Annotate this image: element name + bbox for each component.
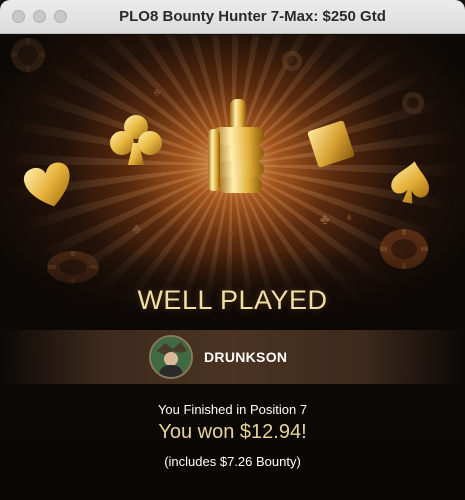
club-icon: ♣ [320,211,330,228]
thumbs-up-trophy-icon [208,99,264,193]
celebration-scene: ♣ ♣ ♣ ♦ ♦ WELL PLAYED DRUNKSON You Finis… [0,35,465,500]
title-bar[interactable]: PLO8 Bounty Hunter 7-Max: $250 Gtd [0,0,465,34]
poker-chip-icon [11,38,45,72]
game-result-window: PLO8 Bounty Hunter 7-Max: $250 Gtd ♣ ♣ ♣… [0,0,465,500]
club-icon [110,115,162,165]
player-name: DRUNKSON [204,349,288,365]
finish-position-text: You Finished in Position 7 [157,402,308,417]
spade-icon [391,161,429,204]
well-played-heading: WELL PLAYED [137,285,328,315]
player-avatar [149,335,193,379]
poker-chip-icon [401,91,425,115]
diamond-icon: ♦ [346,210,353,224]
poker-chip-icon [281,50,303,72]
club-icon: ♣ [132,220,142,236]
club-icon: ♣ [153,85,161,99]
window-title: PLO8 Bounty Hunter 7-Max: $250 Gtd [119,8,386,25]
player-bar: DRUNKSON [0,330,465,384]
diamond-icon: ♦ [230,229,236,240]
bounty-text: (includes $7.26 Bounty) [164,454,301,469]
winnings-text: You won $12.94! [158,421,307,443]
